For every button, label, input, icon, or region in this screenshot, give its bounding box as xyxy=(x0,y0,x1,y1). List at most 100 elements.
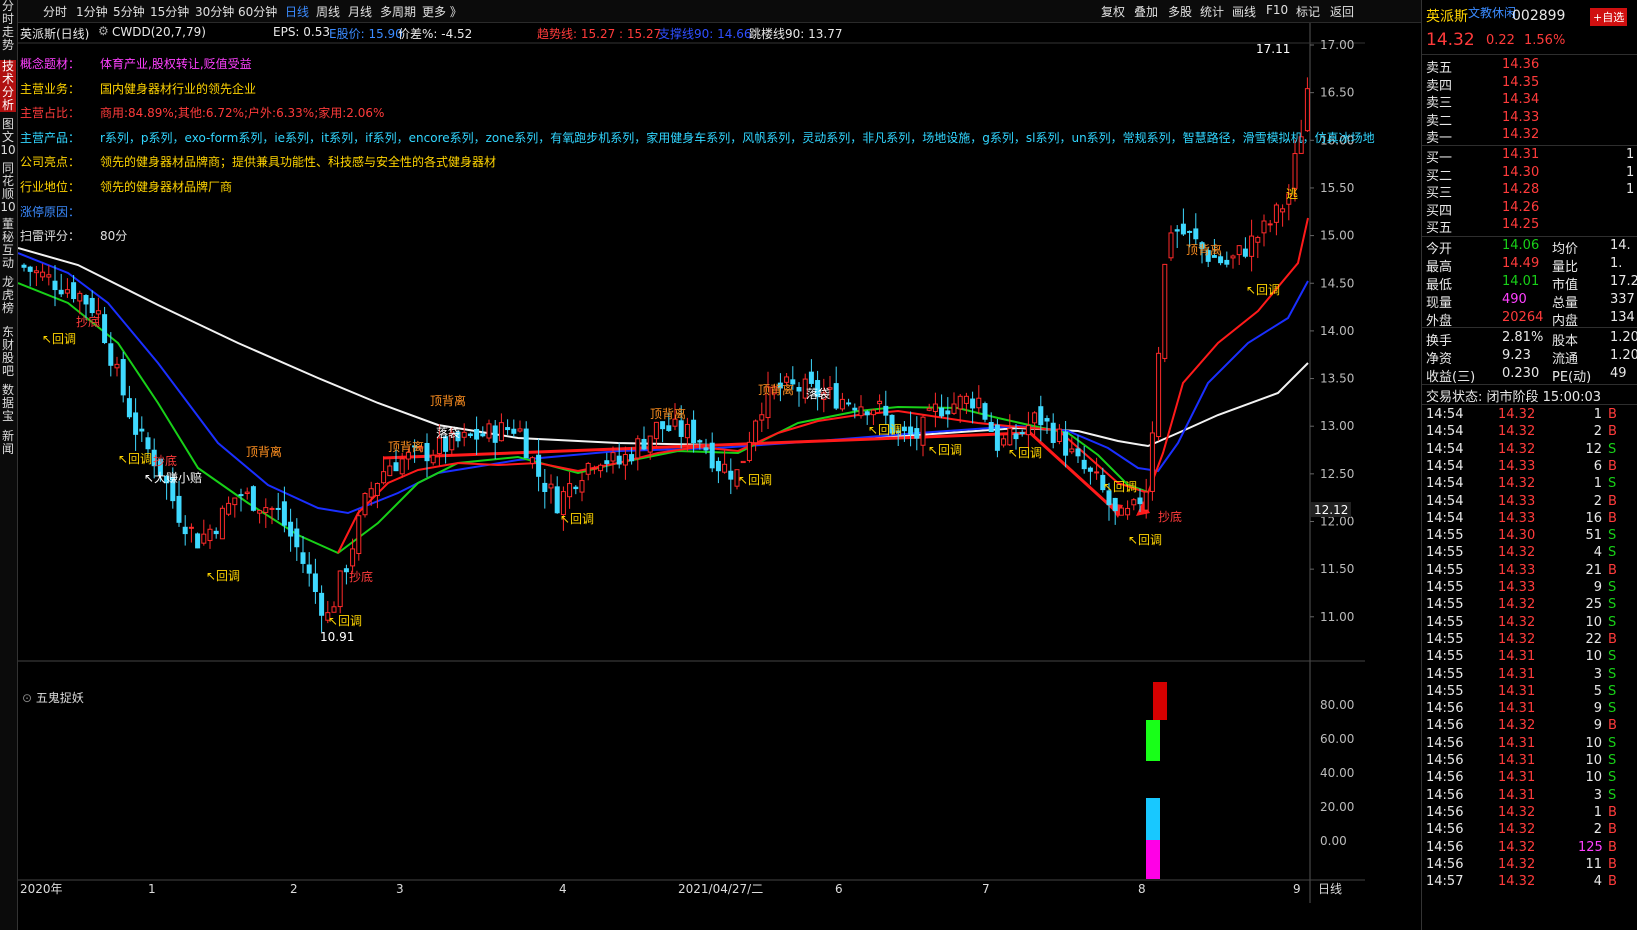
tick-time: 14:56 xyxy=(1426,770,1464,786)
period-tab[interactable]: 更多 》 xyxy=(422,3,462,20)
signal-annotation: 顶背离 xyxy=(430,393,466,408)
x-axis-label: 3 xyxy=(396,882,404,896)
tick-volume: 10 xyxy=(1585,614,1602,630)
stat-value: 17.2 xyxy=(1610,274,1637,289)
info-value: 国内健身器材行业的领先企业 xyxy=(100,81,257,96)
tick-volume: 2 xyxy=(1593,493,1602,509)
stat-value: 14.01 xyxy=(1502,274,1540,289)
signal-annotation: 抄底 xyxy=(1158,509,1182,524)
tick-direction: B xyxy=(1608,856,1617,872)
tick-direction: B xyxy=(1608,510,1617,526)
period-tab[interactable]: 周线 xyxy=(316,3,340,20)
info-row: 涨停原因： xyxy=(20,203,100,220)
sub-tick-label: 20.00 xyxy=(1320,800,1354,814)
info-key: 主营业务： xyxy=(20,81,81,96)
period-tab[interactable]: 日线 xyxy=(285,3,309,20)
x-axis-label: 7 xyxy=(982,882,990,896)
signal-bar xyxy=(1146,720,1160,761)
tick-price: 14.33 xyxy=(1498,493,1536,509)
trade-tick-row: 14:55 14.31 5 S xyxy=(1426,684,1637,701)
side-tab[interactable]: 分时走势 xyxy=(0,0,16,58)
period-tab[interactable]: 60分钟 xyxy=(238,3,277,20)
toolbar-button[interactable]: F10 xyxy=(1266,3,1288,17)
price-diff-value: 价差%: -4.52 xyxy=(398,27,473,41)
tick-volume: 21 xyxy=(1585,562,1602,578)
info-key: 主营占比： xyxy=(20,106,81,121)
ask-price: 14.36 xyxy=(1502,57,1540,72)
toolbar-button[interactable]: 画线 xyxy=(1232,3,1256,20)
quote-panel: 英派斯 文教休闲 002899 +自选 14.32 0.22 1.56% 卖五 14.36 卖四 1… xyxy=(1421,0,1637,930)
tick-price: 14.32 xyxy=(1498,804,1536,820)
chart-area[interactable]: 17.00 16.50 16.00 15.50 15.00 14.50 14.00 13.50… xyxy=(18,23,1375,930)
indicator-name: CWDD(20,7,79) xyxy=(112,25,206,39)
candle xyxy=(362,492,368,518)
toolbar-button[interactable]: 统计 xyxy=(1200,3,1224,20)
signal-annotation: ↖回调 xyxy=(328,614,362,628)
tick-price: 14.32 xyxy=(1498,874,1536,890)
side-tab[interactable]: 数据宝 xyxy=(0,384,16,428)
side-tab[interactable]: 技术分析 xyxy=(0,60,16,112)
tick-time: 14:54 xyxy=(1426,424,1464,440)
tick-direction: B xyxy=(1608,822,1617,838)
side-tab[interactable]: 东财股吧 xyxy=(0,326,16,382)
side-tab[interactable]: 图文10 xyxy=(0,118,16,160)
tick-time: 14:55 xyxy=(1426,545,1464,561)
period-tab[interactable]: 多周期 xyxy=(380,3,416,20)
signal-annotation: ↖回调 xyxy=(42,332,76,346)
tick-time: 14:56 xyxy=(1426,804,1464,820)
tick-volume: 2 xyxy=(1593,822,1602,838)
side-tab[interactable]: 新闻 xyxy=(0,430,16,472)
side-tab[interactable]: 龙虎榜 xyxy=(0,276,16,322)
period-tab[interactable]: 分时 xyxy=(43,3,67,20)
tick-price: 14.31 xyxy=(1498,770,1536,786)
trade-tick-row: 14:56 14.32 2 B xyxy=(1426,822,1637,839)
tick-price: 14.32 xyxy=(1498,424,1536,440)
tick-volume: 9 xyxy=(1593,718,1602,734)
toolbar-button[interactable]: 复权 xyxy=(1101,3,1125,20)
info-row: 概念题材： 体育产业,股权转让,贬值受益 xyxy=(20,55,252,72)
side-tab[interactable]: 董秘互动 xyxy=(0,218,16,274)
candle xyxy=(250,485,256,512)
collapse-icon[interactable]: ⊙ xyxy=(22,691,32,705)
stat-label: 现量 xyxy=(1426,296,1453,311)
stat-row: 收益(三) 0.230 PE(动) 49 xyxy=(1426,366,1637,385)
stat-label: 换手 xyxy=(1426,334,1453,349)
divider xyxy=(1422,404,1637,405)
trade-tick-row: 14:56 14.31 3 S xyxy=(1426,788,1637,805)
stat-row: 外盘 20264 内盘 134 xyxy=(1426,310,1637,329)
period-tab[interactable]: 30分钟 xyxy=(195,3,234,20)
stat-value: 9.23 xyxy=(1502,348,1531,363)
info-value: 领先的健身器材品牌厂商 xyxy=(100,180,233,194)
stock-code: 002899 xyxy=(1512,8,1566,24)
tick-price: 14.32 xyxy=(1498,822,1536,838)
period-tab[interactable]: 15分钟 xyxy=(150,3,189,20)
tick-price: 14.33 xyxy=(1498,562,1536,578)
toolbar-button[interactable]: 返回 xyxy=(1330,3,1354,20)
tick-direction: S xyxy=(1608,545,1617,561)
side-tab[interactable]: 同花顺10 xyxy=(0,162,16,214)
info-key: 概念题材： xyxy=(20,57,81,71)
tick-direction: B xyxy=(1608,631,1617,647)
settings-gear-icon[interactable]: ⚙ xyxy=(98,24,109,38)
toolbar-button[interactable]: 叠加 xyxy=(1134,3,1158,20)
divider xyxy=(1422,327,1637,328)
tick-volume: 16 xyxy=(1585,510,1602,526)
signal-annotation: 顶背离 xyxy=(758,382,794,397)
add-watchlist-button[interactable]: +自选 xyxy=(1590,8,1628,26)
period-tab[interactable]: 5分钟 xyxy=(113,3,145,20)
period-tab[interactable]: 1分钟 xyxy=(76,3,108,20)
info-value: 商用:84.89%;其他:6.72%;户外:6.33%;家用:2.06% xyxy=(100,106,385,121)
tick-price: 14.31 xyxy=(1498,649,1536,665)
period-tab[interactable]: 月线 xyxy=(348,3,372,20)
tick-direction: B xyxy=(1608,458,1617,474)
stat-label: 股本 xyxy=(1552,334,1579,349)
trade-tick-row: 14:55 14.33 21 B xyxy=(1426,563,1637,580)
toolbar-button[interactable]: 多股 xyxy=(1168,3,1192,20)
candle xyxy=(740,460,746,464)
tick-direction: S xyxy=(1608,528,1617,544)
info-key: 扫雷评分： xyxy=(20,229,81,244)
signal-annotation: 抄底 xyxy=(349,569,373,584)
toolbar-button[interactable]: 标记 xyxy=(1296,3,1320,20)
bid-price: 14.25 xyxy=(1502,217,1540,232)
tick-volume: 2 xyxy=(1593,424,1602,440)
